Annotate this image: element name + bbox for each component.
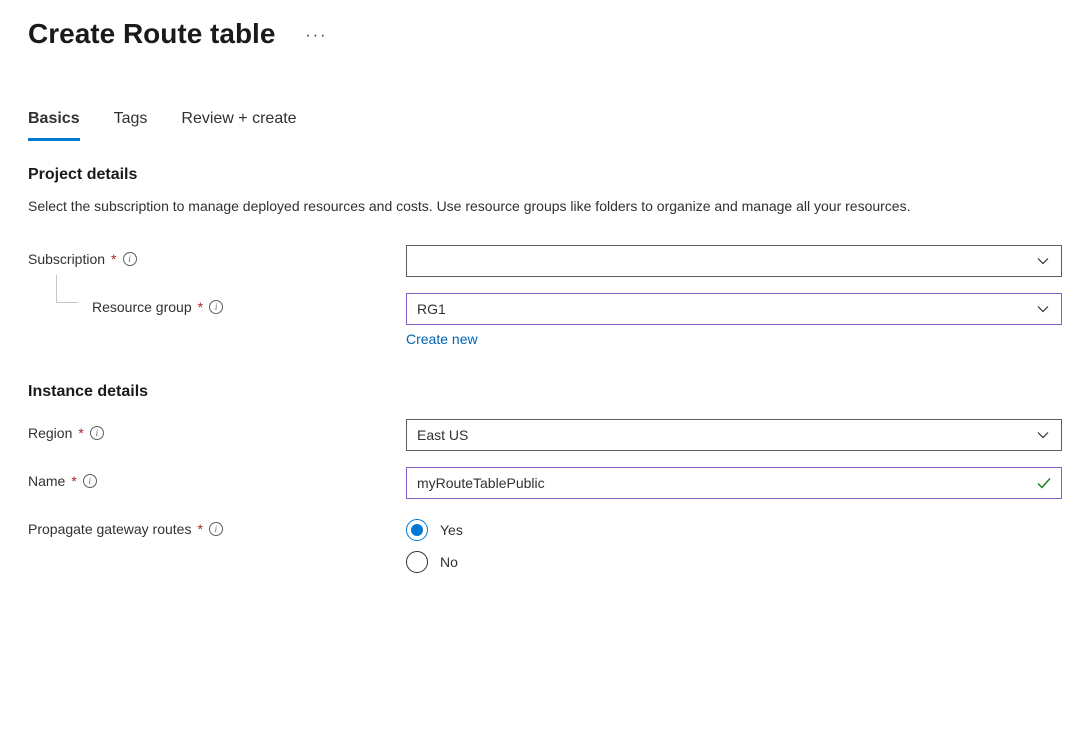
- tab-tags[interactable]: Tags: [114, 110, 148, 141]
- required-indicator: *: [111, 251, 116, 267]
- name-label-col: Name * i: [28, 467, 406, 489]
- page-header: Create Route table ···: [28, 18, 1062, 50]
- chevron-down-icon: [1037, 305, 1049, 313]
- info-icon[interactable]: i: [90, 426, 104, 440]
- subscription-control: [406, 245, 1062, 277]
- tab-review-create[interactable]: Review + create: [181, 110, 296, 141]
- chevron-down-icon: [1037, 257, 1049, 265]
- indent-connector: [56, 275, 78, 303]
- chevron-down-icon: [1037, 431, 1049, 439]
- radio-no-label: No: [440, 554, 458, 570]
- required-indicator: *: [198, 299, 203, 315]
- info-icon[interactable]: i: [83, 474, 97, 488]
- region-label-col: Region * i: [28, 419, 406, 441]
- region-label: Region: [28, 425, 72, 441]
- subscription-label: Subscription: [28, 251, 105, 267]
- radio-icon: [406, 551, 428, 573]
- subscription-label-col: Subscription * i: [28, 245, 406, 267]
- propagate-label-col: Propagate gateway routes * i: [28, 515, 406, 537]
- instance-details-heading: Instance details: [28, 383, 1062, 401]
- region-value: East US: [417, 427, 468, 443]
- region-row: Region * i East US: [28, 419, 1062, 451]
- propagate-label: Propagate gateway routes: [28, 521, 191, 537]
- required-indicator: *: [71, 473, 76, 489]
- resource-group-value: RG1: [417, 301, 446, 317]
- project-details-heading: Project details: [28, 166, 1062, 184]
- name-input[interactable]: [406, 467, 1062, 499]
- resource-group-select[interactable]: RG1: [406, 293, 1062, 325]
- radio-icon: [406, 519, 428, 541]
- tab-bar: Basics Tags Review + create: [28, 110, 1062, 142]
- resource-group-label-col: Resource group * i: [28, 293, 406, 315]
- project-details-description: Select the subscription to manage deploy…: [28, 196, 1028, 217]
- propagate-control: Yes No: [406, 515, 1062, 573]
- required-indicator: *: [78, 425, 83, 441]
- propagate-radio-group: Yes No: [406, 515, 1062, 573]
- name-row: Name * i: [28, 467, 1062, 499]
- propagate-row: Propagate gateway routes * i Yes No: [28, 515, 1062, 573]
- resource-group-label: Resource group: [92, 299, 192, 315]
- resource-group-control: RG1 Create new: [406, 293, 1062, 347]
- propagate-radio-yes[interactable]: Yes: [406, 519, 1062, 541]
- region-select[interactable]: East US: [406, 419, 1062, 451]
- propagate-radio-no[interactable]: No: [406, 551, 1062, 573]
- more-icon[interactable]: ···: [305, 23, 327, 45]
- page-title: Create Route table: [28, 18, 275, 50]
- required-indicator: *: [197, 521, 202, 537]
- radio-inner-icon: [411, 524, 423, 536]
- tab-basics[interactable]: Basics: [28, 110, 80, 141]
- info-icon[interactable]: i: [123, 252, 137, 266]
- subscription-row: Subscription * i: [28, 245, 1062, 277]
- info-icon[interactable]: i: [209, 300, 223, 314]
- radio-yes-label: Yes: [440, 522, 463, 538]
- info-icon[interactable]: i: [209, 522, 223, 536]
- subscription-select[interactable]: [406, 245, 1062, 277]
- region-control: East US: [406, 419, 1062, 451]
- resource-group-row: Resource group * i RG1 Create new: [28, 293, 1062, 347]
- create-new-link[interactable]: Create new: [406, 331, 478, 347]
- name-control: [406, 467, 1062, 499]
- name-label: Name: [28, 473, 65, 489]
